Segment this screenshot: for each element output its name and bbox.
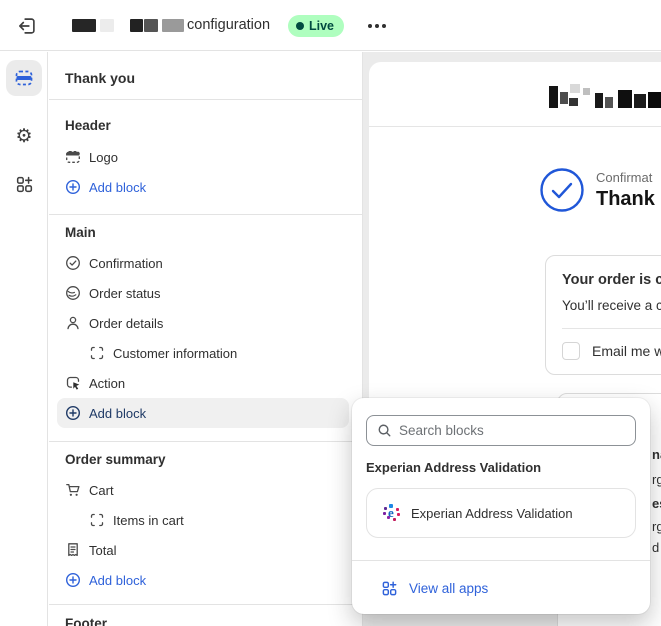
brackets-icon	[90, 346, 104, 360]
cart-icon	[66, 483, 80, 496]
rail-sections-button[interactable]	[6, 60, 42, 96]
redacted-store-name	[162, 19, 184, 32]
order-confirmed-card: Your order is c You’ll receive a c Email…	[545, 255, 661, 375]
section-heading-footer: Footer	[65, 616, 107, 626]
sidebar-item-cart[interactable]: Cart	[57, 475, 349, 505]
sidebar-item-label: Confirmation	[89, 255, 163, 271]
rail-apps-button[interactable]	[6, 166, 42, 202]
preview-text-fragment: d	[652, 540, 660, 555]
order-card-title: Your order is c	[562, 272, 661, 288]
confirmation-thank-you-title: Thank	[596, 188, 655, 210]
add-block-button-main[interactable]: Add block	[57, 398, 349, 428]
preview-text-fragment: rg	[652, 519, 661, 534]
confirmation-number-text: Confirmat	[596, 170, 653, 185]
sidebar-item-label: Order status	[89, 285, 161, 301]
sidebar-item-items-in-cart[interactable]: Items in cart	[57, 505, 349, 535]
sidebar-item-label: Cart	[89, 482, 114, 498]
plus-circle-icon	[65, 179, 81, 195]
email-offers-checkbox[interactable]	[562, 342, 580, 360]
sidebar-item-label: Order details	[89, 315, 164, 331]
redacted-store-name	[130, 19, 143, 32]
brackets-icon	[90, 513, 104, 527]
apps-icon	[382, 580, 397, 595]
icon-rail: ⚙	[0, 52, 48, 626]
gear-icon: ⚙	[15, 125, 33, 147]
section-heading-main: Main	[65, 225, 96, 240]
exit-icon	[19, 18, 35, 34]
sidebar-item-label: Total	[89, 542, 117, 558]
sections-icon	[15, 70, 33, 86]
section-heading-order-summary: Order summary	[65, 452, 166, 467]
sidebar-item-label: Items in cart	[113, 512, 184, 528]
logo-block-icon	[66, 151, 80, 163]
redacted-store-name	[144, 19, 158, 32]
sidebar-item-label: Logo	[89, 149, 118, 165]
sidebar-item-order-status[interactable]: Order status	[57, 278, 349, 308]
add-block-label: Add block	[89, 179, 147, 195]
popover-app-section-heading: Experian Address Validation	[366, 460, 542, 475]
app-block-item-label: Experian Address Validation	[411, 505, 573, 521]
exit-editor-button[interactable]	[13, 12, 41, 40]
add-block-button-order-summary[interactable]: Add block	[57, 565, 349, 595]
preview-text-fragment: es	[652, 496, 661, 511]
order-status-icon	[66, 286, 80, 300]
sidebar-item-logo[interactable]: Logo	[57, 142, 349, 172]
sidebar-item-confirmation[interactable]: Confirmation	[57, 248, 349, 278]
search-blocks-field	[366, 415, 636, 446]
search-icon	[378, 424, 391, 437]
live-status-badge: Live	[288, 15, 345, 37]
topbar: configuration Live	[0, 0, 661, 51]
preview-header-block	[369, 62, 661, 127]
divider	[49, 214, 362, 215]
sidebar-item-customer-information[interactable]: Customer information	[57, 338, 349, 368]
confirmation-check-icon	[540, 168, 584, 212]
apps-icon	[16, 176, 32, 192]
order-card-subtitle: You’ll receive a c	[562, 298, 661, 313]
live-dot-icon	[296, 22, 304, 30]
divider	[49, 604, 362, 605]
app-block-item-experian[interactable]: e Experian Address Validation	[366, 488, 636, 538]
view-all-apps-link[interactable]: View all apps	[381, 576, 488, 600]
check-circle-icon	[66, 256, 80, 270]
add-block-popover: Experian Address Validation e Experian A…	[352, 398, 650, 614]
sidebar-page-title: Thank you	[65, 70, 136, 86]
rail-settings-button[interactable]: ⚙	[6, 118, 42, 154]
redacted-store-name	[100, 19, 114, 32]
preview-text-fragment: rg	[652, 472, 661, 487]
add-block-label: Add block	[89, 572, 147, 588]
email-offers-label: Email me wit	[592, 343, 661, 359]
preview-text-fragment: na	[652, 447, 661, 462]
section-heading-header: Header	[65, 118, 111, 133]
sidebar-item-action[interactable]: Action	[57, 368, 349, 398]
plus-circle-icon	[65, 572, 81, 588]
more-actions-button[interactable]	[364, 13, 390, 39]
add-block-label: Add block	[89, 405, 147, 421]
experian-app-icon: e	[383, 504, 401, 522]
add-block-button-header[interactable]: Add block	[57, 172, 349, 202]
sidebar-item-label: Action	[89, 375, 126, 391]
sidebar-item-label: Customer information	[113, 345, 238, 361]
action-cursor-icon	[66, 376, 80, 390]
view-all-apps-label: View all apps	[409, 580, 489, 596]
plus-circle-icon	[65, 405, 81, 421]
divider	[49, 99, 362, 100]
checkout-editor-window: configuration Live ⚙ Thank you Header Lo…	[0, 0, 661, 626]
person-icon	[67, 316, 79, 330]
layers-sidebar: Thank you Header Logo Add block Main Con	[49, 52, 363, 626]
receipt-icon	[68, 543, 78, 557]
divider	[49, 441, 362, 442]
sidebar-item-total[interactable]: Total	[57, 535, 349, 565]
search-blocks-input[interactable]	[399, 423, 625, 438]
redacted-store-name	[72, 19, 96, 32]
redacted-shop-logo	[546, 80, 661, 114]
sidebar-item-order-details[interactable]: Order details	[57, 308, 349, 338]
page-title: configuration	[187, 17, 271, 33]
live-badge-label: Live	[309, 19, 335, 33]
divider	[352, 560, 650, 561]
